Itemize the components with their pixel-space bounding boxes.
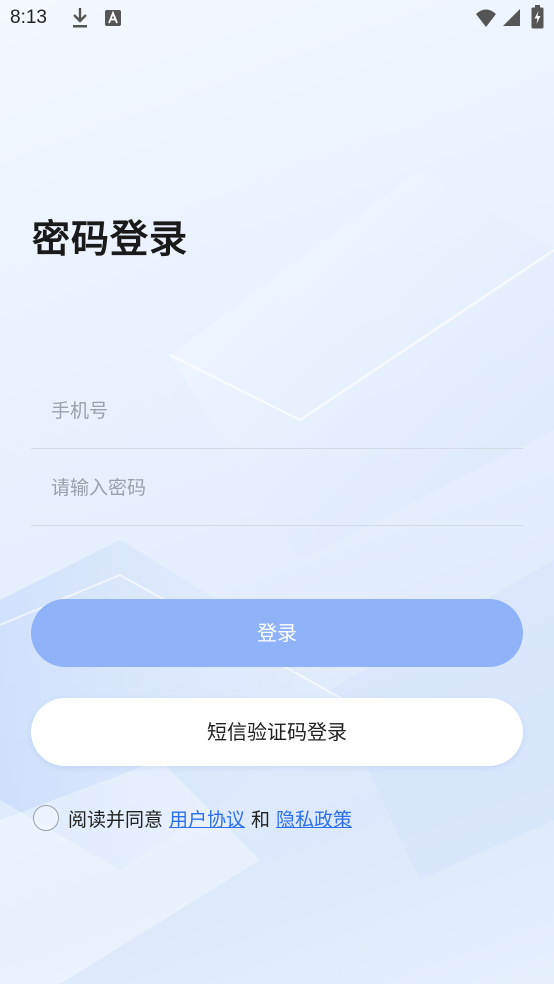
- wifi-icon: [475, 8, 497, 32]
- agreement-prefix: 阅读并同意: [68, 808, 164, 831]
- agreement-and: 和: [251, 808, 271, 831]
- password-field: [31, 451, 523, 526]
- privacy-policy-link[interactable]: 隐私政策: [276, 805, 352, 832]
- password-input[interactable]: [49, 451, 513, 525]
- agreement-row: 阅读并同意 用户协议 和 隐私政策: [33, 803, 352, 833]
- phone-input[interactable]: [49, 374, 513, 448]
- status-time: 8:13: [10, 7, 47, 28]
- status-bar: 8:13: [0, 0, 554, 36]
- login-button[interactable]: 登录: [31, 599, 523, 667]
- signal-icon: [502, 8, 521, 31]
- download-icon: [70, 6, 90, 34]
- sms-login-button[interactable]: 短信验证码登录: [31, 698, 523, 766]
- phone-field: [31, 374, 523, 449]
- page-title: 密码登录: [32, 217, 189, 261]
- user-agreement-link[interactable]: 用户协议: [169, 805, 245, 832]
- agreement-checkbox[interactable]: [33, 805, 59, 831]
- battery-charging-icon: [531, 5, 544, 33]
- app-notification-icon: [104, 9, 122, 31]
